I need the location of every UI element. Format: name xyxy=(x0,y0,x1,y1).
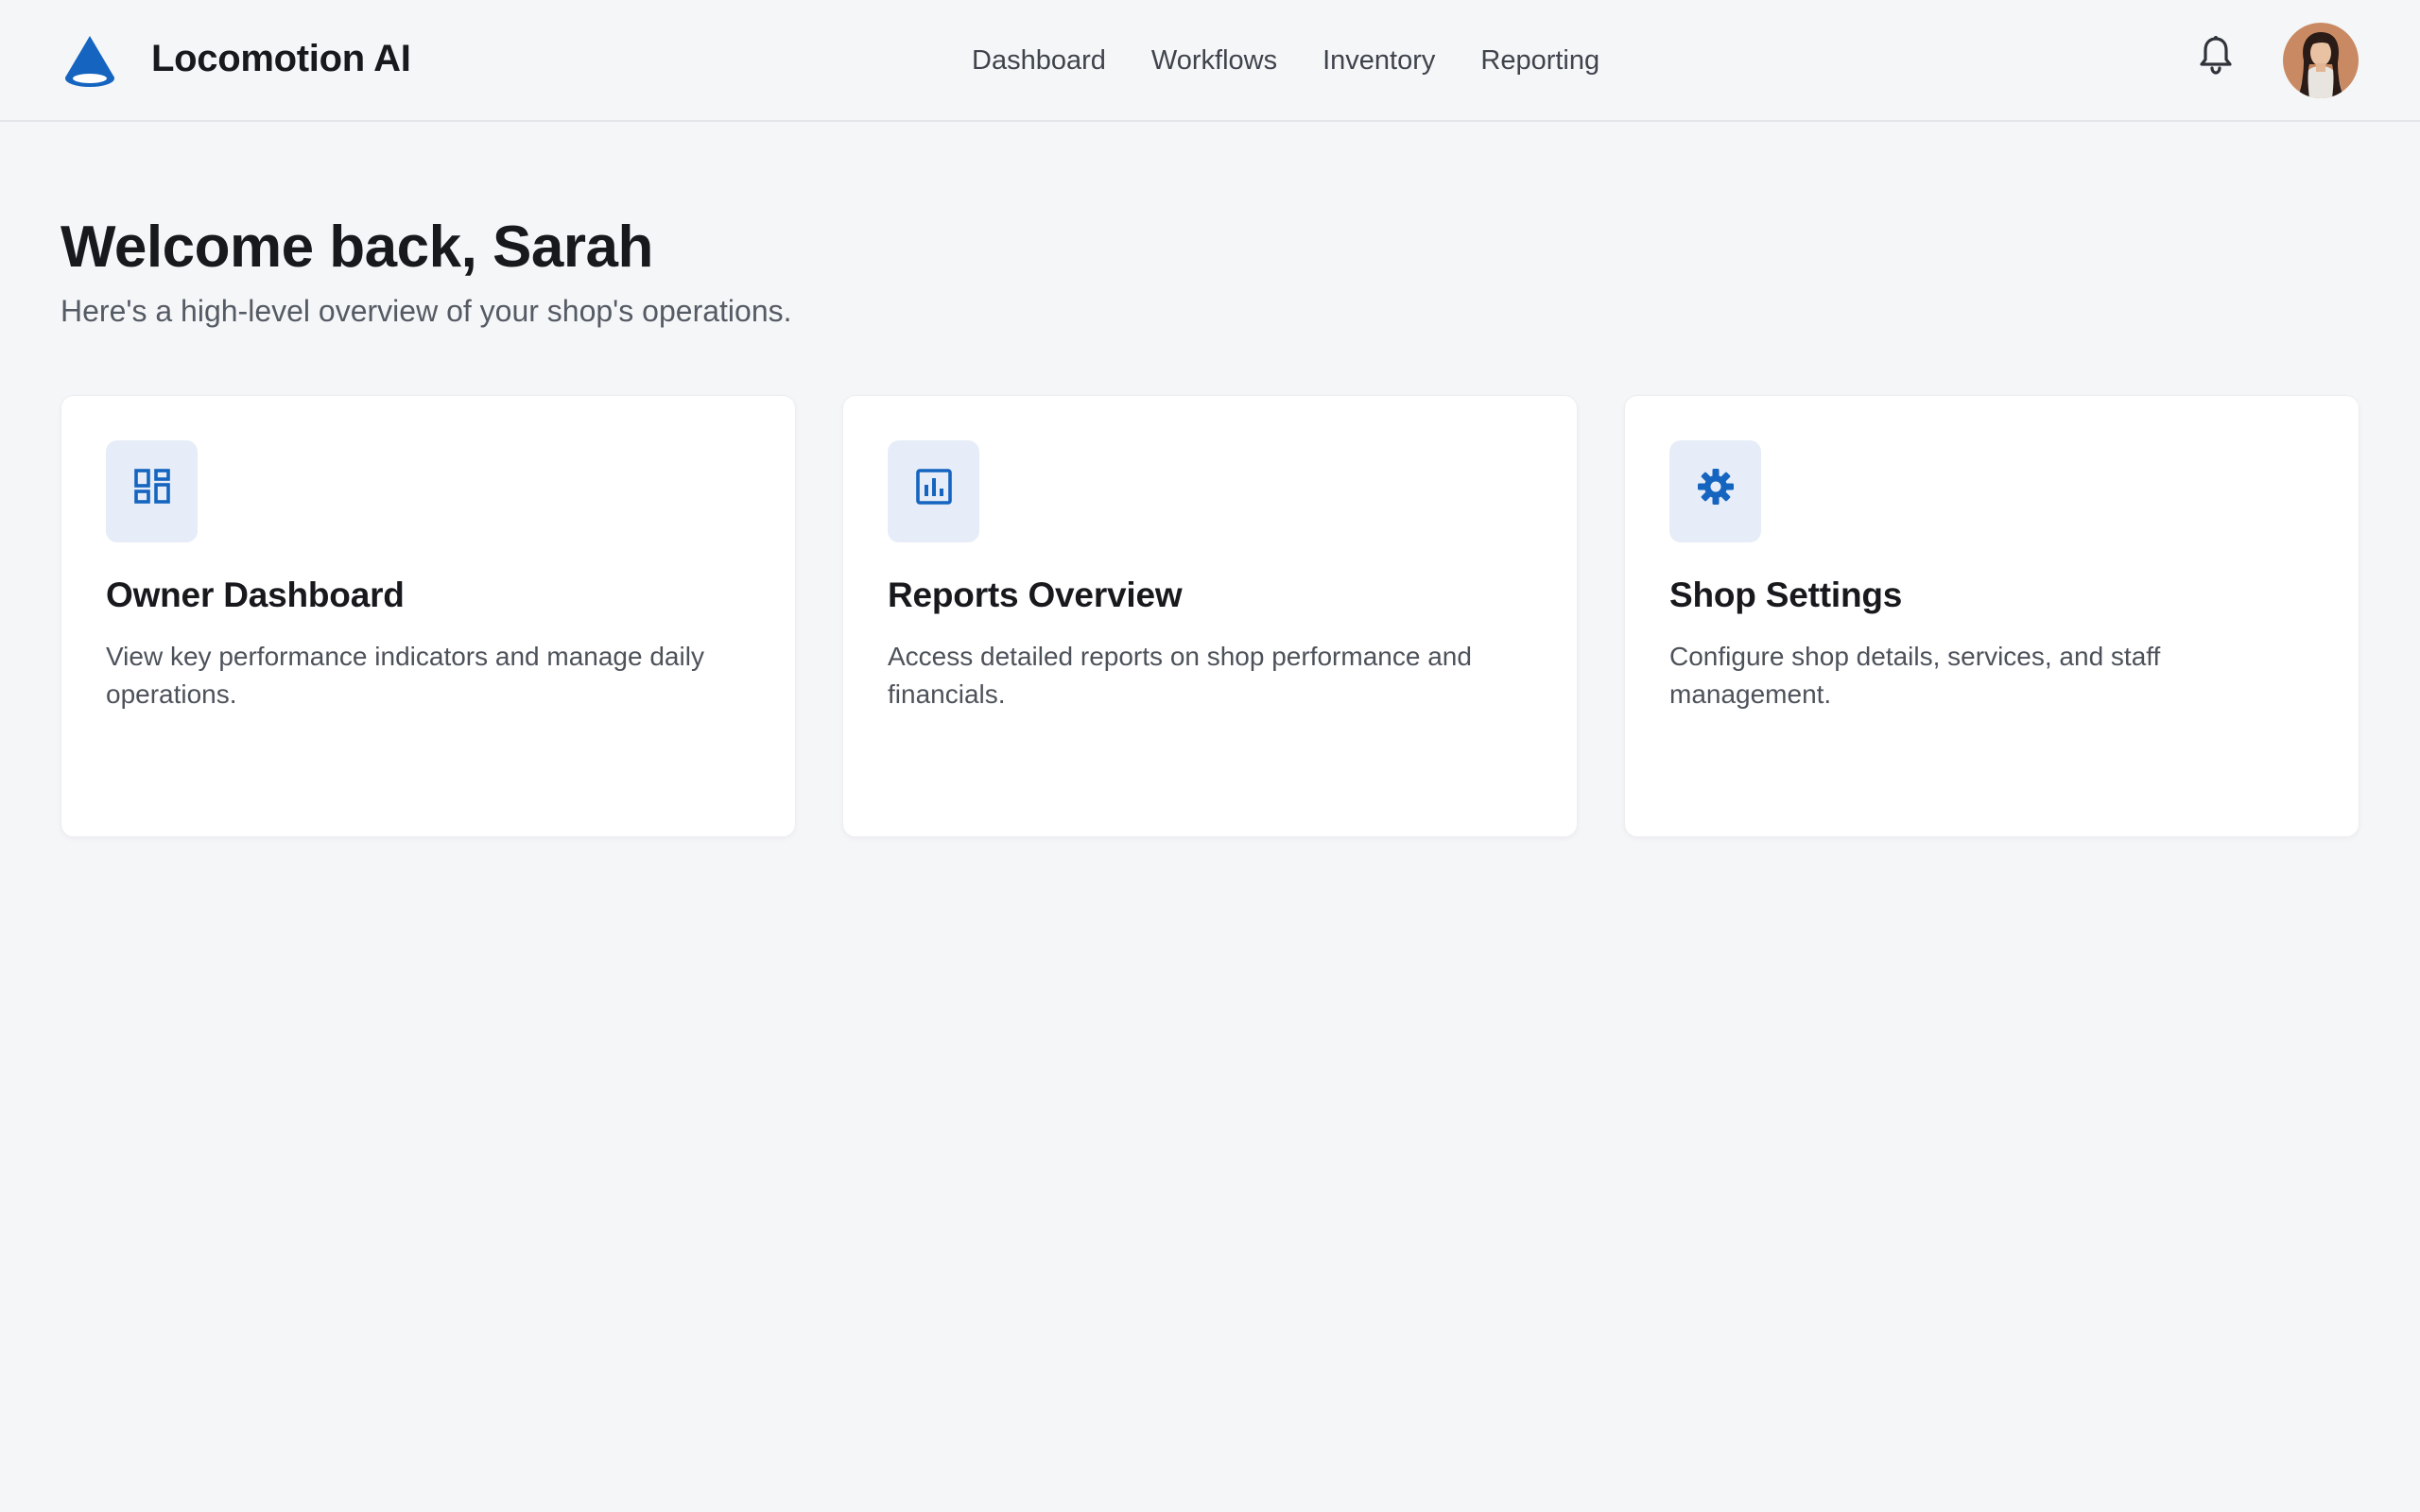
quick-links-cards: Owner Dashboard View key performance ind… xyxy=(60,395,2360,837)
card-icon-container xyxy=(1669,440,1761,542)
page-subtitle: Here's a high-level overview of your sho… xyxy=(60,294,792,328)
main-nav: Dashboard Workflows Inventory Reporting xyxy=(972,42,1599,79)
nav-item-dashboard[interactable]: Dashboard xyxy=(972,42,1106,79)
card-icon-container xyxy=(888,440,979,542)
card-description: View key performance indicators and mana… xyxy=(106,642,704,709)
brand-logo[interactable] xyxy=(62,32,117,89)
bar-chart-icon xyxy=(915,469,952,505)
avatar-image xyxy=(2283,23,2359,98)
notifications-button[interactable] xyxy=(2197,34,2235,76)
dashboard-icon xyxy=(133,469,170,504)
cone-logo-icon xyxy=(65,36,114,87)
card-title: Reports Overview xyxy=(888,576,1183,614)
top-navigation-bar: Locomotion AI Dashboard Workflows Invent… xyxy=(0,0,2420,122)
page-title: Welcome back, Sarah xyxy=(60,215,653,280)
card-description: Access detailed reports on shop performa… xyxy=(888,642,1472,709)
reports-overview-card[interactable]: Reports Overview Access detailed reports… xyxy=(842,395,1578,837)
nav-item-inventory[interactable]: Inventory xyxy=(1322,42,1435,79)
owner-dashboard-card[interactable]: Owner Dashboard View key performance ind… xyxy=(60,395,796,837)
bell-icon xyxy=(2200,36,2232,75)
card-icon-container xyxy=(106,440,198,542)
nav-item-reporting[interactable]: Reporting xyxy=(1480,42,1599,79)
shop-settings-card[interactable]: Shop Settings Configure shop details, se… xyxy=(1624,395,2360,837)
card-description: Configure shop details, services, and st… xyxy=(1669,642,2161,709)
nav-item-workflows[interactable]: Workflows xyxy=(1151,42,1277,79)
app-name[interactable]: Locomotion AI xyxy=(151,38,411,80)
user-avatar[interactable] xyxy=(2283,23,2359,98)
card-title: Owner Dashboard xyxy=(106,576,405,614)
card-title: Shop Settings xyxy=(1669,576,1903,614)
gear-icon xyxy=(1697,469,1734,505)
main-content: Welcome back, Sarah Here's a high-level … xyxy=(60,212,2360,331)
